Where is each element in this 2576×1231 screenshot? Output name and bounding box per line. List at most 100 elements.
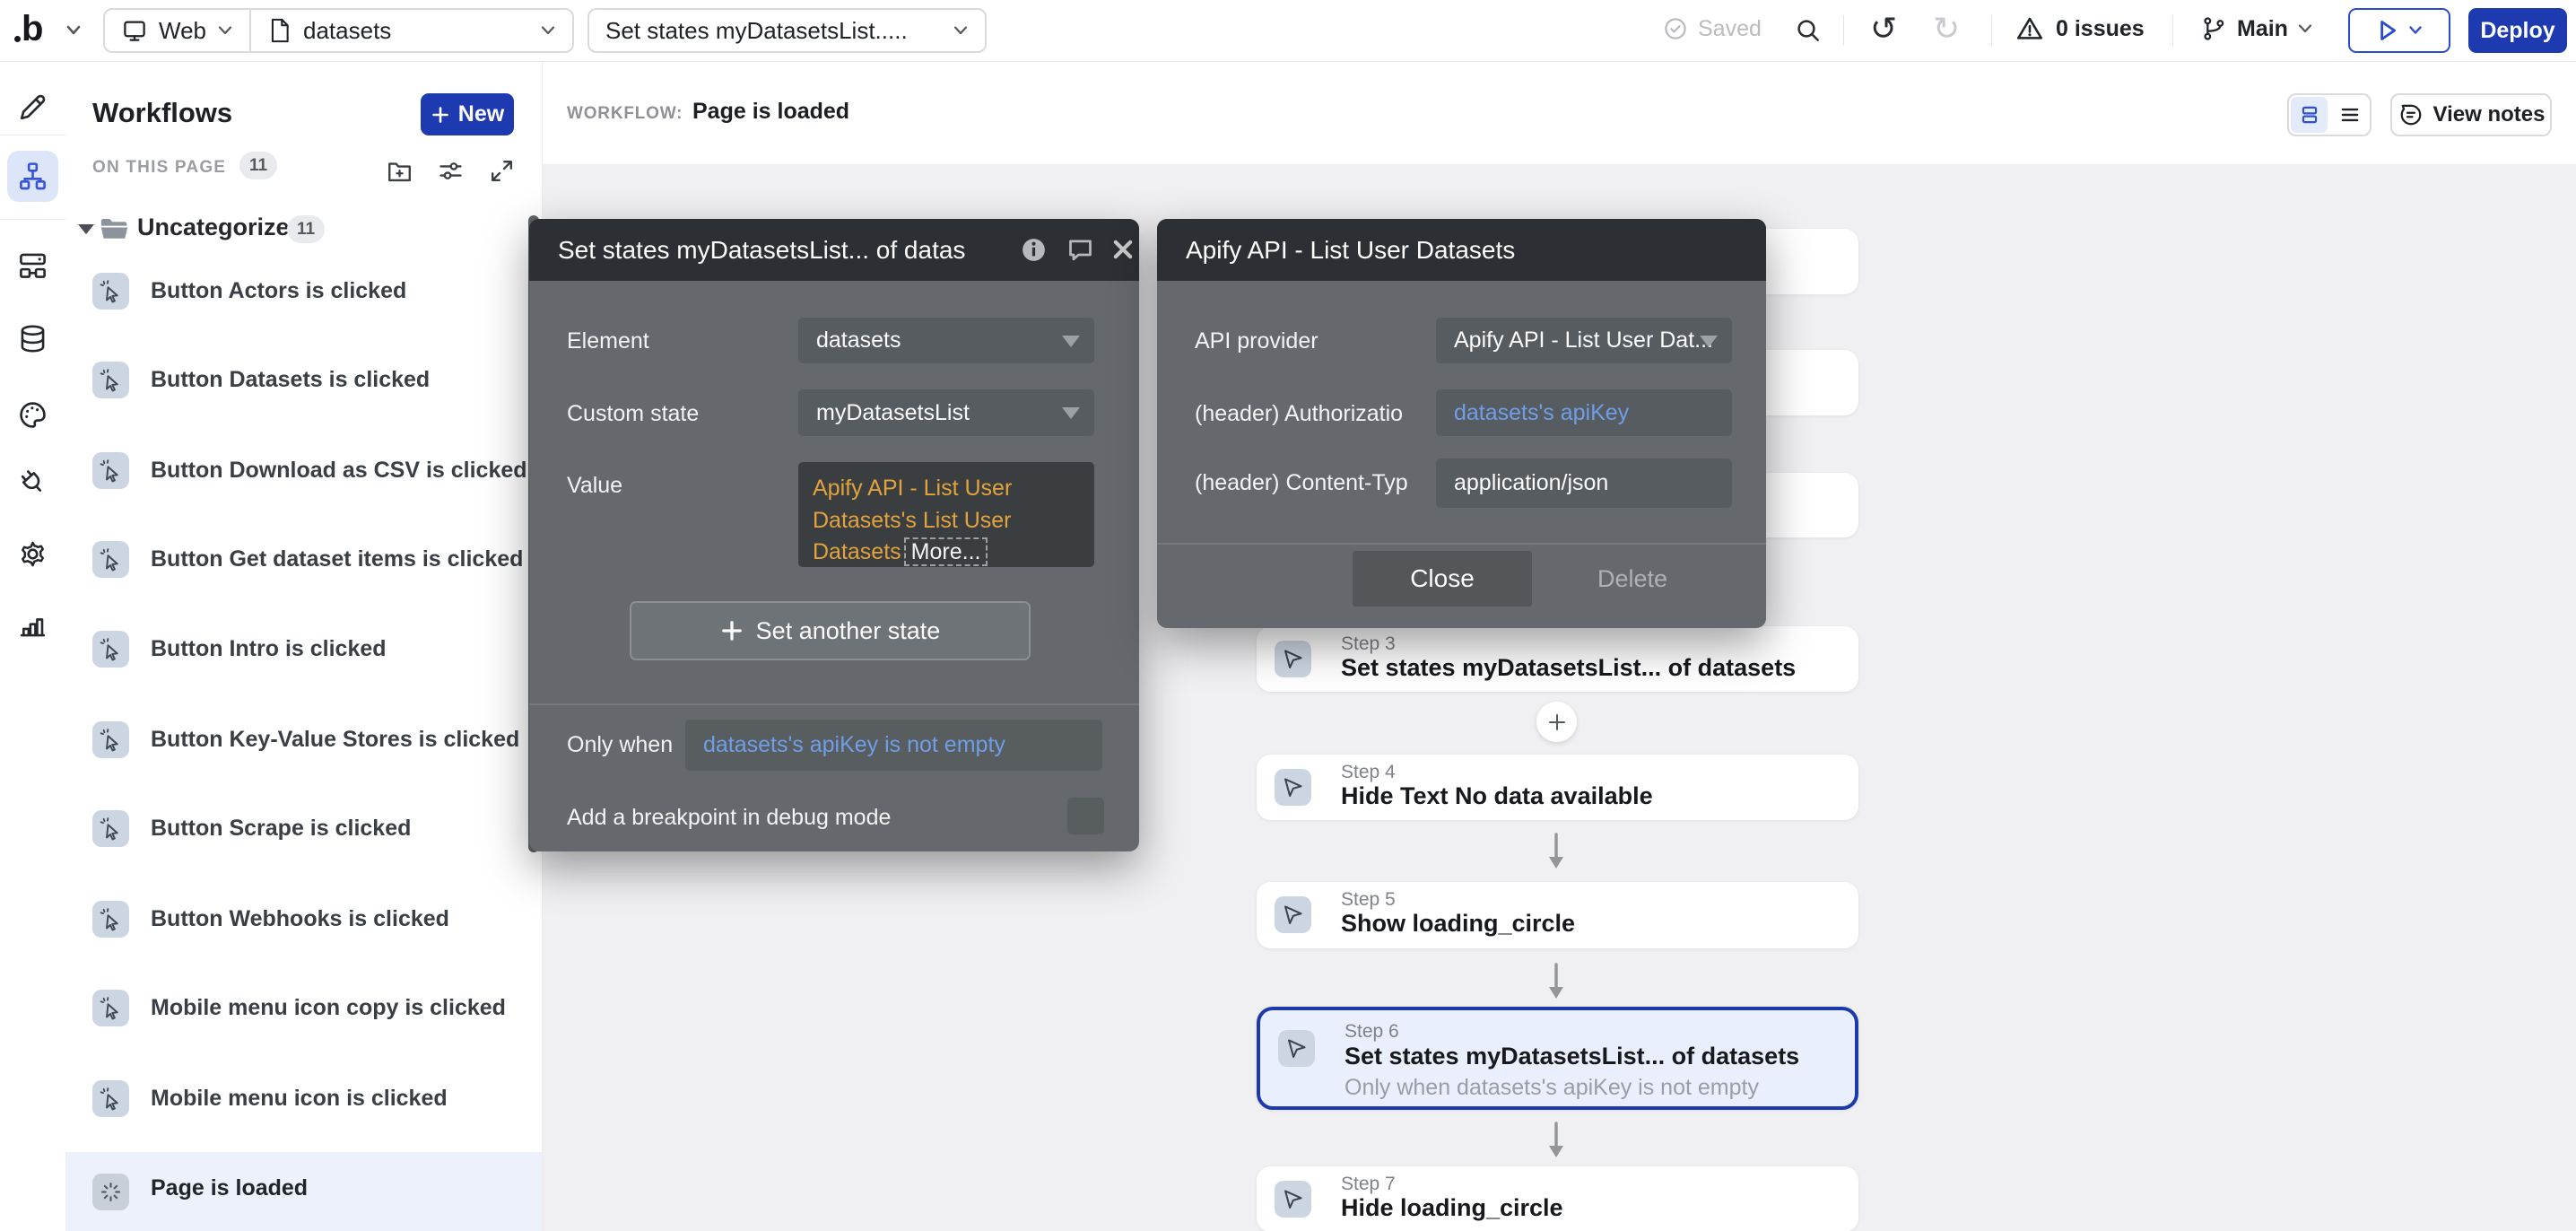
chevron-down-icon — [540, 24, 556, 37]
info-icon[interactable] — [1019, 235, 1049, 265]
plugins-plug-icon[interactable] — [16, 466, 49, 499]
modal-header[interactable]: Set states myDatasetsList... of datasets — [529, 219, 1139, 281]
divider — [1157, 543, 1766, 545]
close-button[interactable]: Close — [1353, 551, 1532, 607]
workflow-tree-icon — [16, 160, 49, 193]
add-step-button[interactable] — [1536, 702, 1577, 742]
workflow-tab-selected[interactable] — [7, 151, 58, 202]
workflow-item[interactable]: Button Download as CSV is clicked — [65, 434, 542, 506]
action-cursor-icon — [1278, 1030, 1315, 1067]
expand-icon[interactable] — [487, 156, 517, 186]
workflow-item[interactable]: Button Actors is clicked — [65, 255, 542, 327]
element-dropdown[interactable]: datasets — [798, 318, 1094, 363]
database-icon[interactable] — [16, 322, 49, 355]
top-toolbar: b Web datasets Set states myDatasetsList… — [0, 0, 2576, 62]
list-view-button[interactable] — [2331, 97, 2368, 133]
preview-button[interactable] — [2348, 8, 2450, 53]
workflow-item[interactable]: Mobile menu icon copy is clicked — [65, 972, 542, 1043]
workflow-item-label: Button Webhooks is clicked — [151, 883, 449, 955]
new-folder-icon[interactable] — [385, 156, 414, 186]
workflow-step-card[interactable]: Step 4 Hide Text No data available — [1257, 755, 1858, 820]
folder-row-uncategorized[interactable]: Uncategorized 11 — [65, 212, 542, 248]
divider — [2172, 15, 2173, 46]
expression-more-button[interactable]: More... — [904, 537, 988, 566]
styles-palette-icon[interactable] — [16, 398, 49, 432]
env-dropdown[interactable]: Web — [105, 10, 249, 51]
folder-count-badge: 11 — [287, 215, 325, 243]
click-cursor-icon — [92, 901, 129, 938]
plus-icon — [720, 619, 744, 642]
deploy-button[interactable]: Deploy — [2468, 8, 2567, 53]
settings-gear-icon[interactable] — [16, 537, 49, 571]
action-cursor-icon — [1275, 641, 1311, 677]
breakpoint-checkbox[interactable] — [1067, 798, 1104, 834]
workflow-item[interactable]: Button Scrape is clicked — [65, 792, 542, 864]
view-notes-button[interactable]: View notes — [2390, 93, 2552, 136]
logo-chevron-down-icon[interactable] — [65, 23, 83, 38]
redo-icon[interactable]: ↻ — [1933, 13, 1960, 45]
workflow-step-card[interactable]: Step 7 Hide loading_circle — [1257, 1166, 1858, 1231]
dropdown-caret-icon — [1062, 336, 1080, 347]
comment-icon[interactable] — [1066, 235, 1095, 265]
cards-view-button[interactable] — [2291, 97, 2328, 133]
workflow-step-card-selected[interactable]: Step 6 Set states myDatasetsList... of d… — [1257, 1007, 1858, 1110]
auth-header-field[interactable]: datasets's apiKey — [1436, 389, 1732, 436]
click-cursor-icon — [92, 990, 129, 1026]
delete-button[interactable]: Delete — [1597, 565, 1667, 593]
undo-icon[interactable]: ↺ — [1870, 13, 1897, 45]
page-dropdown[interactable]: datasets — [251, 10, 572, 51]
workflow-header-label: WORKFLOW: — [567, 104, 683, 124]
play-icon — [2376, 18, 2399, 43]
step-number: Step 6 — [1345, 1021, 1399, 1043]
issues-label: 0 issues — [2056, 16, 2145, 42]
design-pencil-icon[interactable] — [16, 91, 49, 124]
cards-view-icon — [2298, 103, 2321, 127]
custom-state-label: Custom state — [567, 401, 699, 427]
saved-label: Saved — [1698, 16, 1762, 42]
branch-label: Main — [2237, 16, 2288, 42]
breakpoint-label: Add a breakpoint in debug mode — [567, 805, 891, 831]
logs-chart-icon[interactable] — [16, 608, 49, 642]
workflow-item[interactable]: Button Webhooks is clicked — [65, 883, 542, 955]
set-another-state-button[interactable]: Set another state — [630, 601, 1031, 660]
monitor-icon — [121, 17, 148, 44]
workflow-item[interactable]: Button Intro is clicked — [65, 613, 542, 685]
connector-arrow-icon — [1540, 963, 1572, 1000]
value-expression-box[interactable]: Apify API - List User Datasets's List Us… — [798, 462, 1094, 567]
workflow-selector[interactable]: Set states myDatasetsList..... — [587, 8, 987, 53]
modal-header[interactable]: Apify API - List User Datasets — [1157, 219, 1766, 281]
workflow-step-card[interactable]: Step 3 Set states myDatasetsList... of d… — [1257, 626, 1858, 692]
new-workflow-button[interactable]: New — [421, 93, 514, 135]
content-type-field[interactable]: application/json — [1436, 458, 1732, 508]
divider — [0, 219, 65, 220]
backend-components-icon[interactable] — [16, 249, 49, 282]
logo-dot — [14, 36, 21, 42]
search-icon[interactable] — [1794, 16, 1823, 45]
workflow-item-selected[interactable]: Page is loaded — [65, 1152, 542, 1231]
workflow-step-card[interactable]: Step 5 Show loading_circle — [1257, 882, 1858, 948]
workflow-item[interactable]: Button Key-Value Stores is clicked — [65, 703, 542, 775]
bubble-logo[interactable]: b — [22, 9, 43, 49]
step-condition: Only when datasets's apiKey is not empty — [1345, 1075, 1759, 1101]
workflow-item-label: Button Scrape is clicked — [151, 792, 411, 864]
click-cursor-icon — [92, 631, 129, 668]
branch-selector[interactable]: Main — [2199, 13, 2313, 44]
workflow-item-label: Button Key-Value Stores is clicked — [151, 703, 519, 775]
issues-button[interactable]: 0 issues — [2015, 13, 2145, 44]
set-another-state-label: Set another state — [756, 617, 941, 645]
custom-state-dropdown[interactable]: myDatasetsList — [798, 389, 1094, 436]
section-count-badge: 11 — [239, 152, 277, 179]
custom-state-value: myDatasetsList — [816, 389, 970, 436]
save-status: Saved — [1662, 15, 1762, 42]
content-type-label: (header) Content-Typ — [1195, 470, 1408, 496]
env-page-switcher: Web datasets — [103, 8, 574, 53]
workflow-item[interactable]: Button Get dataset items is clicked — [65, 523, 542, 595]
only-when-condition-box[interactable]: datasets's apiKey is not empty — [685, 720, 1102, 771]
close-icon[interactable] — [1110, 237, 1136, 262]
element-label: Element — [567, 328, 649, 354]
workflow-item[interactable]: Mobile menu icon is clicked — [65, 1062, 542, 1134]
panel-title: Workflows — [92, 97, 232, 129]
workflow-item[interactable]: Button Datasets is clicked — [65, 344, 542, 415]
filter-sliders-icon[interactable] — [436, 156, 466, 186]
api-provider-dropdown[interactable]: Apify API - List User Dat... — [1436, 318, 1732, 363]
